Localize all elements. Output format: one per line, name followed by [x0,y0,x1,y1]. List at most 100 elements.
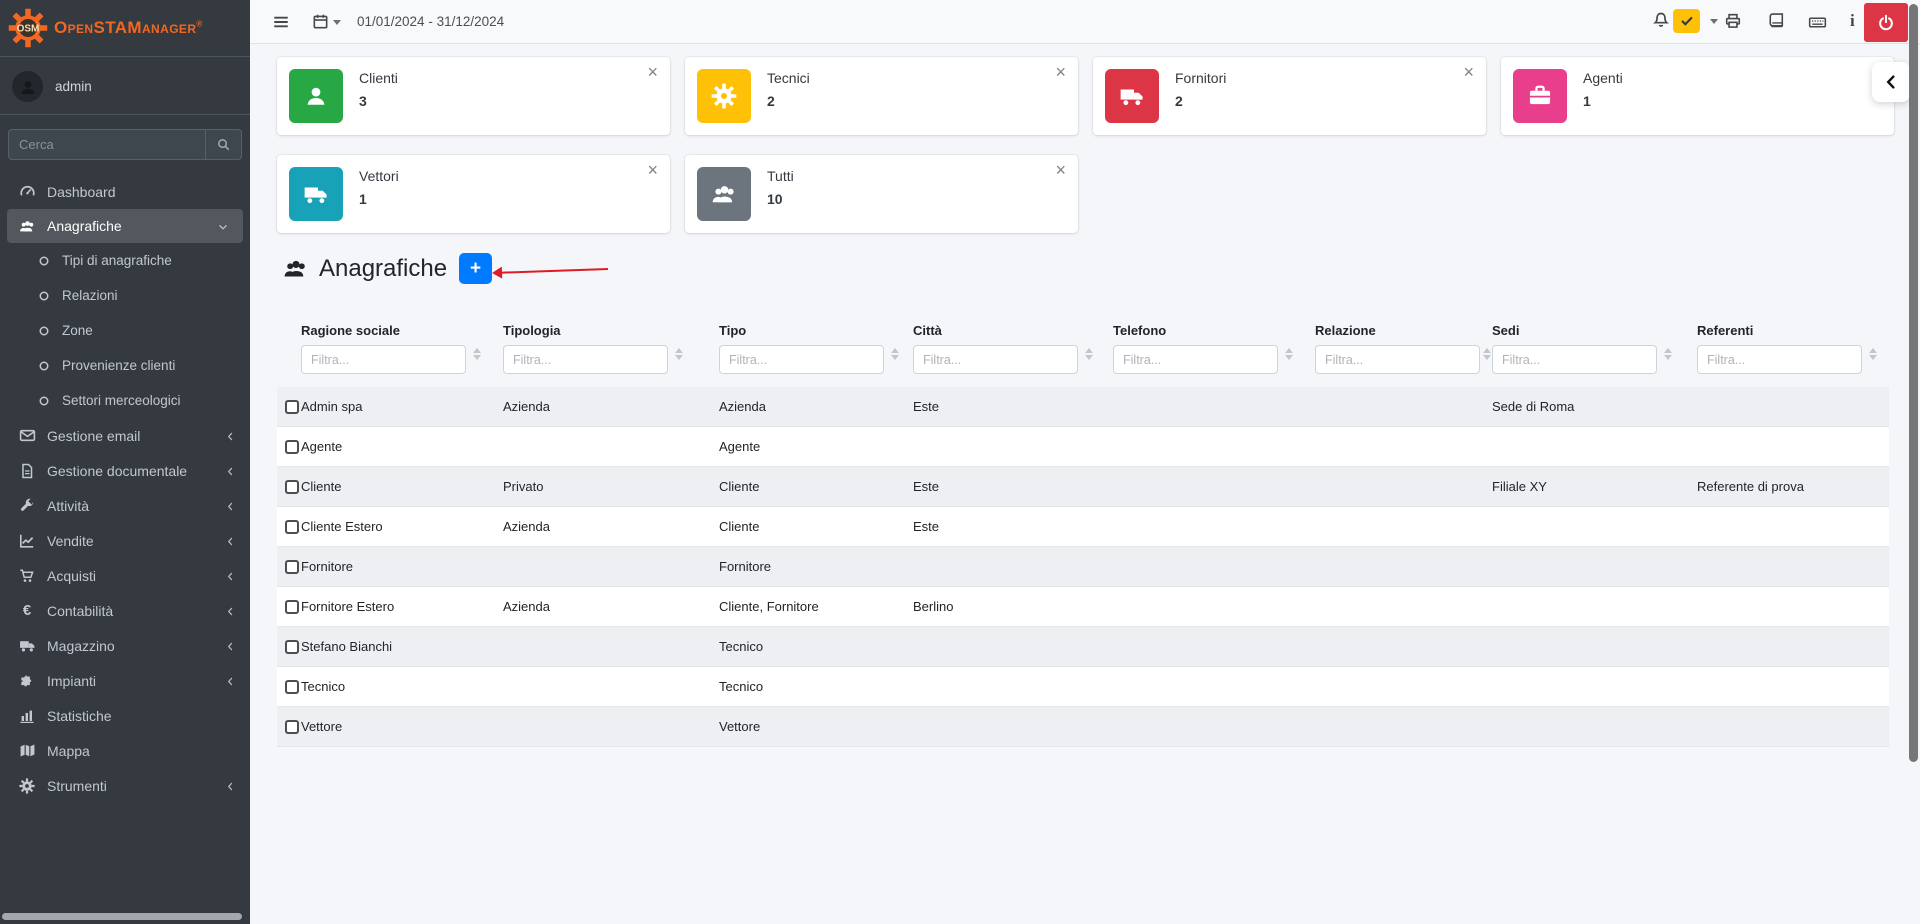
puzzle-piece-icon [16,672,38,689]
search-input[interactable] [8,129,205,160]
card-value: 1 [1583,93,1591,109]
filter-input-referenti[interactable] [1697,345,1862,374]
sort-arrows[interactable] [473,348,481,360]
table-row[interactable]: Fornitore Fornitore [277,547,1889,587]
table-row[interactable]: Cliente Estero Azienda Cliente Este [277,507,1889,547]
row-checkbox[interactable] [285,560,299,574]
sidebar-item-dashboard[interactable]: Dashboard [0,174,250,209]
table-row[interactable]: Admin spa Azienda Azienda Este Sede di R… [277,387,1889,427]
row-checkbox[interactable] [285,480,299,494]
column-header[interactable]: Relazione [1315,323,1376,338]
table-row[interactable]: Vettore Vettore [277,707,1889,747]
sort-arrows[interactable] [1085,348,1093,360]
close-icon[interactable]: × [1055,161,1066,179]
sidebar-item-statistiche[interactable]: Statistiche [0,698,250,733]
stat-card-tecnici[interactable]: Tecnici 2 × [685,57,1078,135]
filter-input-relazione[interactable] [1315,345,1480,374]
column-header[interactable]: Sedi [1492,323,1519,338]
info-icon[interactable]: i [1850,11,1855,31]
add-record-button[interactable]: + [459,253,492,284]
sidebar-item-relazioni[interactable]: Relazioni [0,278,250,313]
sidebar-item-tipi-di-anagrafiche[interactable]: Tipi di anagrafiche [0,243,250,278]
filter-input-telefono[interactable] [1113,345,1278,374]
hamburger-menu-icon[interactable] [272,13,290,31]
sidebar-item-gestione-email[interactable]: Gestione email [0,418,250,453]
sort-arrows[interactable] [1285,348,1293,360]
wrench-icon [16,497,38,514]
sidebar-item-contabilita[interactable]: € Contabilità [0,593,250,628]
stat-card-vettori[interactable]: Vettori 1 × [277,155,670,233]
close-icon[interactable]: × [647,161,658,179]
stat-card-clienti[interactable]: Clienti 3 × [277,57,670,135]
sidebar-item-strumenti[interactable]: Strumenti [0,768,250,803]
printer-icon[interactable] [1724,12,1742,30]
book-icon[interactable] [1767,12,1785,30]
column-header[interactable]: Tipologia [503,323,561,338]
row-checkbox[interactable] [285,520,299,534]
app-logo[interactable]: OSM OpenSTAManager® [0,0,250,57]
avatar[interactable] [12,71,43,102]
sidebar-item-mappa[interactable]: Mappa [0,733,250,768]
circle-icon [36,393,52,408]
chevron-left-icon [225,428,236,444]
table-row[interactable]: Tecnico Tecnico [277,667,1889,707]
vertical-scrollbar[interactable] [1909,4,1918,762]
logout-power-button[interactable] [1864,3,1908,42]
stat-card-fornitori[interactable]: Fornitori 2 × [1093,57,1486,135]
cell-ragione-sociale: Fornitore [301,547,353,587]
column-header[interactable]: Referenti [1697,323,1753,338]
sidebar-item-magazzino[interactable]: Magazzino [0,628,250,663]
sidebar-item-zone[interactable]: Zone [0,313,250,348]
filter-input-tipologia[interactable] [503,345,668,374]
username-label[interactable]: admin [55,79,92,94]
sidebar-item-anagrafiche[interactable]: Anagrafiche [7,209,243,243]
right-panel-toggle[interactable] [1872,62,1910,102]
filter-input-tipo[interactable] [719,345,884,374]
user-panel: admin [0,57,250,115]
sidebar-item-attivita[interactable]: Attività [0,488,250,523]
row-checkbox[interactable] [285,720,299,734]
bell-icon[interactable] [1652,11,1670,29]
row-checkbox[interactable] [285,640,299,654]
table-row[interactable]: Fornitore Estero Azienda Cliente, Fornit… [277,587,1889,627]
sidebar-item-provenienze-clienti[interactable]: Provenienze clienti [0,348,250,383]
table-row[interactable]: Agente Agente [277,427,1889,467]
sidebar-horizontal-scrollbar[interactable] [2,913,242,920]
column-header[interactable]: Telefono [1113,323,1166,338]
chevron-left-icon [1883,74,1899,90]
column-header[interactable]: Ragione sociale [301,323,400,338]
close-icon[interactable]: × [647,63,658,81]
keyboard-icon[interactable] [1808,13,1827,32]
close-icon[interactable]: × [1055,63,1066,81]
sort-arrows[interactable] [675,348,683,360]
sidebar-item-impianti[interactable]: Impianti [0,663,250,698]
date-range-label[interactable]: 01/01/2024 - 31/12/2024 [357,14,504,29]
sort-arrows[interactable] [1483,348,1491,360]
sort-arrows[interactable] [1869,348,1877,360]
filter-input-sedi[interactable] [1492,345,1657,374]
sidebar-item-gestione-documentale[interactable]: Gestione documentale [0,453,250,488]
calendar-icon[interactable] [312,13,341,30]
session-status-badge[interactable] [1673,9,1700,33]
sidebar-item-vendite[interactable]: Vendite [0,523,250,558]
row-checkbox[interactable] [285,440,299,454]
row-checkbox[interactable] [285,600,299,614]
filter-input-ragione-sociale[interactable] [301,345,466,374]
sort-arrows[interactable] [891,348,899,360]
column-header[interactable]: Città [913,323,942,338]
column-header[interactable]: Tipo [719,323,746,338]
stat-card-tutti[interactable]: Tutti 10 × [685,155,1078,233]
sort-arrows[interactable] [1664,348,1672,360]
row-checkbox[interactable] [285,400,299,414]
sidebar-item-acquisti[interactable]: Acquisti [0,558,250,593]
close-icon[interactable]: × [1463,63,1474,81]
table-row[interactable]: Cliente Privato Cliente Este Filiale XY … [277,467,1889,507]
filter-input-citta[interactable] [913,345,1078,374]
sidebar-item-settori-merceologici[interactable]: Settori merceologici [0,383,250,418]
sidebar-item-label: Tipi di anagrafiche [62,253,172,268]
search-button[interactable] [205,129,242,160]
caret-down-icon[interactable] [1710,19,1718,24]
row-checkbox[interactable] [285,680,299,694]
table-row[interactable]: Stefano Bianchi Tecnico [277,627,1889,667]
stat-card-agenti[interactable]: Agenti 1 × [1501,57,1894,135]
